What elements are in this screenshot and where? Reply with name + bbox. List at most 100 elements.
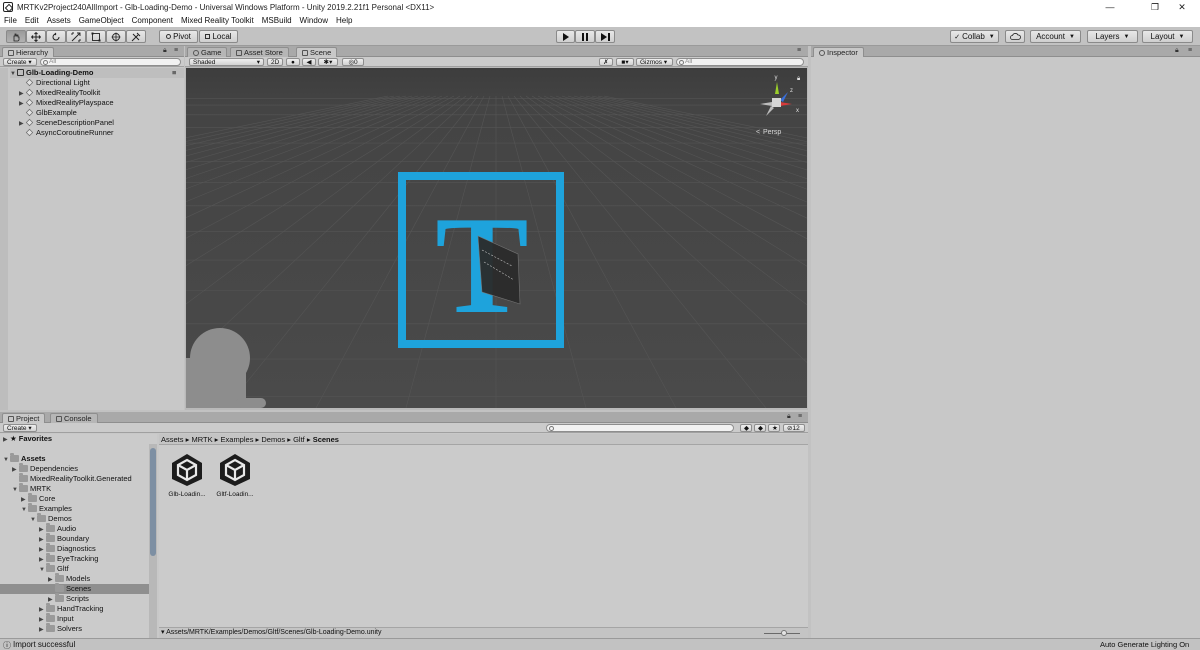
project-folder-row[interactable]: ▶ Diagnostics: [0, 543, 149, 554]
minimize-button[interactable]: —: [1092, 0, 1128, 14]
menu-assets[interactable]: Assets: [47, 16, 71, 25]
project-folder-row[interactable]: ▶ Core: [0, 493, 149, 504]
breadcrumb-gltf[interactable]: Gltf: [293, 435, 305, 444]
project-folder-row[interactable]: ▶ Models: [0, 573, 149, 584]
hierarchy-item[interactable]: GlbExample: [19, 108, 77, 118]
panel-menu-icon[interactable]: ≡: [798, 413, 802, 420]
gizmo-lock-icon[interactable]: 🔒︎: [797, 76, 800, 82]
hierarchy-item[interactable]: ▶ SceneDescriptionPanel: [19, 118, 114, 128]
local-toggle[interactable]: Local: [199, 30, 238, 43]
account-dropdown[interactable]: Account ▼: [1030, 30, 1081, 43]
project-folder-row[interactable]: ▶ EyeTracking: [0, 553, 149, 564]
transform-tool-button[interactable]: [106, 30, 126, 43]
hidden-packages-toggle[interactable]: ⊘12: [783, 424, 805, 432]
hand-tool-button[interactable]: [6, 30, 26, 43]
panel-menu-icon[interactable]: ≡: [797, 47, 801, 54]
camera-settings-dropdown[interactable]: ■▾: [616, 58, 634, 66]
tab-asset-store[interactable]: Asset Store: [230, 47, 289, 57]
icon-size-slider-thumb[interactable]: [781, 630, 787, 636]
2d-toggle[interactable]: 2D: [267, 58, 283, 66]
panel-menu-icon[interactable]: ≡: [174, 47, 178, 54]
menu-msbuild[interactable]: MSBuild: [262, 16, 292, 25]
layers-dropdown[interactable]: Layers ▼: [1087, 30, 1138, 43]
tab-project[interactable]: Project: [2, 413, 46, 423]
breadcrumb-mrtk[interactable]: MRTK: [191, 435, 212, 444]
hierarchy-item[interactable]: ▶ MixedRealityPlayspace: [19, 98, 114, 108]
collab-dropdown[interactable]: ✓ Collab ▼: [950, 30, 999, 43]
scene-viewport[interactable]: T y x z Persp <: [186, 68, 807, 408]
project-folder-row[interactable]: Scenes: [0, 583, 149, 594]
hierarchy-create-dropdown[interactable]: Create ▾: [3, 58, 37, 66]
scene-menu-icon[interactable]: ≡: [172, 68, 176, 78]
expand-arrow-icon[interactable]: ▼: [10, 69, 17, 79]
status-message[interactable]: Import successful: [13, 640, 75, 649]
layout-dropdown[interactable]: Layout ▼: [1142, 30, 1193, 43]
tab-inspector[interactable]: Inspector: [813, 47, 864, 57]
lock-icon[interactable]: 🔒︎: [1175, 47, 1179, 55]
pivot-toggle[interactable]: Pivot: [159, 30, 198, 43]
hierarchy-item[interactable]: ▶ MixedRealityToolkit: [19, 88, 100, 98]
tree-scrollbar-track[interactable]: [149, 444, 157, 638]
close-button[interactable]: ✕: [1164, 0, 1200, 14]
shading-mode-dropdown[interactable]: Shaded ▾: [189, 58, 264, 66]
cloud-button[interactable]: [1005, 30, 1025, 43]
menu-window[interactable]: Window: [300, 16, 328, 25]
filter-by-type-button[interactable]: ◆: [740, 424, 752, 432]
tab-console[interactable]: Console: [50, 413, 98, 423]
asset-item[interactable]: Glb-Loadin...: [167, 452, 207, 504]
tab-game[interactable]: Game: [187, 47, 228, 57]
rect-tool-button[interactable]: [86, 30, 106, 43]
step-button[interactable]: [595, 30, 615, 43]
breadcrumb-examples[interactable]: Examples: [221, 435, 254, 444]
move-tool-button[interactable]: [26, 30, 46, 43]
project-create-dropdown[interactable]: Create ▾: [3, 424, 37, 432]
project-folder-row[interactable]: ▶ Boundary: [0, 533, 149, 544]
project-folder-row[interactable]: ▼ Gltf: [0, 563, 149, 574]
auto-lighting-status[interactable]: Auto Generate Lighting On: [1100, 640, 1189, 649]
gizmos-dropdown[interactable]: Gizmos ▾: [636, 58, 673, 66]
menu-mixed-reality-toolkit[interactable]: Mixed Reality Toolkit: [181, 16, 254, 25]
tab-hierarchy[interactable]: Hierarchy: [2, 47, 55, 57]
project-folder-row[interactable]: ▶ Input: [0, 613, 149, 624]
tools-toggle[interactable]: ✗: [599, 58, 613, 66]
audio-toggle[interactable]: ◀: [302, 58, 316, 66]
menu-edit[interactable]: Edit: [25, 16, 39, 25]
lock-icon[interactable]: 🔒︎: [163, 47, 167, 55]
lighting-toggle[interactable]: ●: [286, 58, 300, 66]
hierarchy-search-input[interactable]: All: [40, 58, 181, 66]
pause-button[interactable]: [575, 30, 595, 43]
expand-arrow-icon[interactable]: ▶: [3, 435, 10, 445]
expand-arrow-icon[interactable]: ▶: [39, 625, 46, 635]
scale-tool-button[interactable]: [66, 30, 86, 43]
project-folder-row[interactable]: ▼ Examples: [0, 503, 149, 514]
effects-dropdown[interactable]: ✱▾: [318, 58, 338, 66]
rotate-tool-button[interactable]: [46, 30, 66, 43]
project-search-input[interactable]: [546, 424, 734, 432]
hierarchy-scene-row[interactable]: ▼ Glb-Loading-Demo ≡: [10, 68, 184, 78]
project-folder-row[interactable]: ▼ MRTK: [0, 483, 149, 494]
breadcrumb-demos[interactable]: Demos: [261, 435, 285, 444]
favorites-row[interactable]: ▶ ★ Favorites: [3, 434, 52, 444]
hierarchy-item[interactable]: AsyncCoroutineRunner: [19, 128, 114, 138]
lock-icon[interactable]: 🔒︎: [787, 413, 791, 421]
custom-tool-button[interactable]: [126, 30, 146, 43]
breadcrumb-scenes[interactable]: Scenes: [313, 435, 339, 444]
menu-component[interactable]: Component: [132, 16, 173, 25]
hidden-count-toggle[interactable]: ◎0: [342, 58, 364, 66]
menu-file[interactable]: File: [4, 16, 17, 25]
asset-item[interactable]: Gltf-Loadin...: [213, 452, 257, 504]
play-button[interactable]: [556, 30, 575, 43]
tab-scene[interactable]: Scene: [296, 47, 338, 57]
assets-root-row[interactable]: ▼ Assets: [3, 453, 46, 464]
breadcrumb-assets[interactable]: Assets: [161, 435, 184, 444]
favorites-star-button[interactable]: ★: [768, 424, 780, 432]
menu-help[interactable]: Help: [336, 16, 352, 25]
filter-by-label-button[interactable]: ◆: [754, 424, 766, 432]
menu-gameobject[interactable]: GameObject: [79, 16, 124, 25]
panel-menu-icon[interactable]: ≡: [1188, 47, 1192, 54]
project-folder-row[interactable]: ▼ Demos: [0, 513, 149, 524]
projection-label[interactable]: Persp: [763, 129, 781, 136]
project-folder-row[interactable]: ▶ Solvers: [0, 623, 149, 635]
scene-search-input[interactable]: All: [676, 58, 804, 66]
hierarchy-item[interactable]: Directional Light: [19, 78, 90, 88]
